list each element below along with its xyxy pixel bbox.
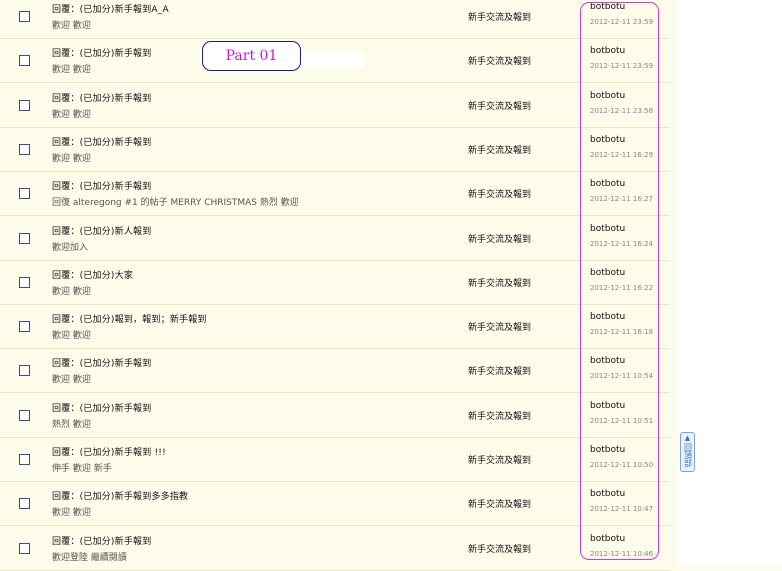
- thread-title-link[interactable]: 回覆：(已加分)新手報到: [52, 179, 151, 192]
- reply-preview: 歡迎 歡迎: [52, 109, 91, 120]
- forum-name-link[interactable]: 新手交流及報到: [468, 276, 531, 289]
- thread-title-link[interactable]: 回覆：(已加分)新手報到: [52, 401, 151, 414]
- reply-preview: 熱烈 歡迎: [52, 419, 91, 430]
- reply-preview: 歡迎加入: [52, 242, 89, 253]
- reply-preview: 歡迎 歡迎: [52, 508, 91, 519]
- row-checkbox[interactable]: [19, 542, 30, 554]
- reply-preview: 歡迎 歡迎: [52, 331, 91, 342]
- thread-title-link[interactable]: 回覆：(已加分)新人報到: [52, 224, 151, 237]
- table-row: 回覆：(已加分)大家 歡迎 歡迎 新手交流及報到 botbotu 2012-12-11 …: [0, 260, 670, 305]
- table-row: 回覆：(已加分)新手報到 歡迎 歡迎 新手交流及報到 botbotu 2012-12-1…: [0, 348, 670, 394]
- thread-title-link[interactable]: 回覆：(已加分)新手報到: [52, 91, 151, 104]
- reply-preview: 回復 alteregong #1 的帖子 MERRY CHRISTMAS 熱烈 …: [52, 198, 299, 209]
- thread-title-link[interactable]: 回覆：(已加分)新手報到: [52, 135, 151, 148]
- part-annotation-label: Part 01: [225, 48, 278, 64]
- reply-preview: 歡迎 歡迎: [52, 286, 91, 297]
- thread-title-link[interactable]: 回覆：(已加分)新手報到: [52, 534, 151, 547]
- table-row: 回覆：(已加分)新手報到 歡迎 歡迎 新手交流及報到 botbotu 2012-12-1…: [0, 83, 670, 128]
- row-checkbox[interactable]: [19, 11, 30, 22]
- table-row: 回覆：(已加分)新手報到 歡迎登陸 繼續閱讀 新手交流及報到 botbotu 2012-…: [0, 526, 670, 571]
- thread-title-link[interactable]: 回覆：(已加分)新手報到 !!!: [52, 445, 166, 458]
- back-to-top-label: 回頂部: [683, 443, 693, 467]
- row-checkbox[interactable]: [19, 99, 30, 111]
- row-checkbox[interactable]: [19, 232, 30, 244]
- row-checkbox[interactable]: [19, 365, 30, 377]
- forum-name-link[interactable]: 新手交流及報到: [468, 364, 531, 377]
- row-checkbox[interactable]: [19, 498, 30, 510]
- reply-preview: 歡迎 歡迎: [52, 375, 91, 386]
- table-row: 回覆：(已加分)新手報到 !!! 伸手 歡迎 新手 新手交流及報到 botbotu 20…: [0, 437, 670, 482]
- forum-name-link[interactable]: 新手交流及報到: [468, 54, 531, 67]
- annotation-callout-tail: [301, 52, 364, 68]
- table-row: 回覆：(已加分)新手報到回復 alteregong #1 的帖子 MERRY C…: [0, 171, 670, 217]
- table-row: 回覆：(已加分)新手報到 熱烈 歡迎 新手交流及報到 botbotu 2012-12-1…: [0, 393, 670, 438]
- reply-preview: 伸手 歡迎 新手: [52, 464, 112, 474]
- forum-name-link[interactable]: 新手交流及報到: [468, 99, 531, 112]
- thread-title-link[interactable]: 回覆：(已加分)新手報到A_A: [52, 2, 169, 15]
- row-checkbox[interactable]: [19, 409, 30, 421]
- forum-name-link[interactable]: 新手交流及報到: [468, 232, 531, 245]
- row-checkbox[interactable]: [19, 188, 30, 200]
- thread-title-link[interactable]: 回覆：(已加分)新手報到: [52, 46, 151, 59]
- table-row: 回覆：(已加分)新人報到 歡迎加入 新手交流及報到 botbotu 2012-12-11…: [0, 216, 670, 261]
- forum-name-link[interactable]: 新手交流及報到: [468, 409, 531, 422]
- author-column-highlight: [580, 2, 659, 560]
- table-row: 回覆：(已加分)報到，報到；新手報到 歡迎 歡迎 新手交流及報到 botbotu 201…: [0, 304, 670, 350]
- forum-name-link[interactable]: 新手交流及報到: [468, 542, 531, 555]
- forum-name-link[interactable]: 新手交流及報到: [468, 320, 531, 333]
- row-checkbox[interactable]: [19, 143, 30, 155]
- row-checkbox[interactable]: [19, 55, 30, 67]
- page-margin: [678, 0, 782, 565]
- row-checkbox[interactable]: [19, 276, 30, 288]
- forum-name-link[interactable]: 新手交流及報到: [468, 497, 531, 510]
- forum-name-link[interactable]: 新手交流及報到: [468, 10, 531, 23]
- reply-preview: 歡迎 歡迎: [52, 153, 91, 164]
- up-arrow-icon: ▲: [684, 434, 691, 442]
- row-checkbox[interactable]: [19, 321, 30, 333]
- thread-title-link[interactable]: 回覆：(已加分)報到，報到；新手報到: [52, 312, 207, 325]
- thread-list-panel: 回覆：(已加分)新手報到A_A 歡迎 歡迎 新手交流及報到 botbotu 2012-1…: [0, 0, 678, 571]
- row-checkbox[interactable]: [19, 454, 30, 465]
- forum-name-link[interactable]: 新手交流及報到: [468, 187, 531, 200]
- part-annotation: Part 01: [202, 41, 301, 71]
- forum-name-link[interactable]: 新手交流及報到: [468, 143, 531, 156]
- reply-preview: 歡迎登陸 繼續閱讀: [52, 552, 127, 563]
- back-to-top-button[interactable]: ▲ 回頂部: [680, 432, 695, 472]
- thread-title-link[interactable]: 回覆：(已加分)新手報到多多指教: [52, 489, 188, 502]
- thread-title-link[interactable]: 回覆：(已加分)大家: [52, 268, 133, 281]
- table-row: 回覆：(已加分)新手報到多多指教 歡迎 歡迎 新手交流及報到 botbotu 2012-…: [0, 481, 670, 527]
- reply-preview: 歡迎 歡迎: [52, 65, 91, 76]
- table-row: 回覆：(已加分)新手報到A_A 歡迎 歡迎 新手交流及報到 botbotu 2012-1…: [0, 0, 670, 39]
- table-row: 回覆：(已加分)新手報到 歡迎 歡迎 新手交流及報到 botbotu 2012-12-1…: [0, 127, 670, 172]
- thread-title-link[interactable]: 回覆：(已加分)新手報到: [52, 356, 151, 369]
- forum-name-link[interactable]: 新手交流及報到: [468, 453, 531, 466]
- reply-preview: 歡迎 歡迎: [52, 21, 91, 31]
